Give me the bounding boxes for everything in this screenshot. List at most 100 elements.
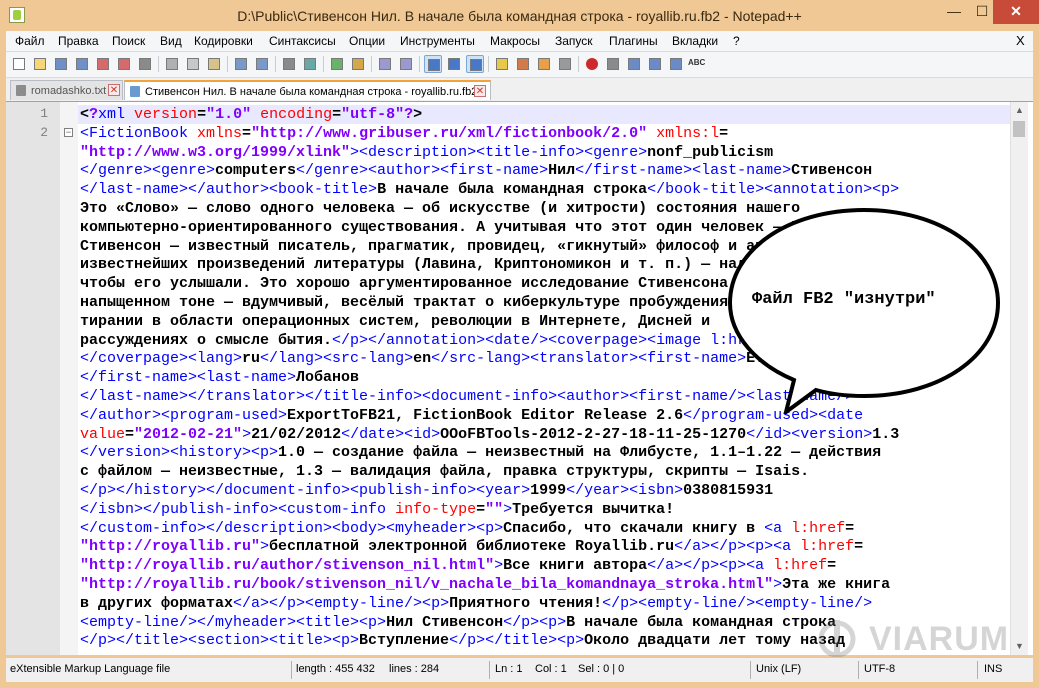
scroll-up-arrow-icon[interactable]: ▲ (1011, 102, 1028, 119)
code-line[interactable]: "http://royallib.ru/author/stivenson_nil… (80, 557, 1010, 576)
line-number: 2 (40, 125, 48, 140)
code-line[interactable]: </isbn></publish-info><custom-info info-… (80, 501, 1010, 520)
stop-macro-icon[interactable] (604, 55, 622, 73)
code-token: </a></p><p><a (647, 557, 765, 575)
replace-icon[interactable] (301, 55, 319, 73)
code-token: Это «Слово» — слово одного человека — об… (80, 199, 801, 217)
word-wrap-icon[interactable] (424, 55, 442, 73)
tab-romadashko[interactable]: romadashko.txt ✕ (10, 80, 123, 100)
menu-options[interactable]: Опции (349, 34, 385, 48)
code-token: Эта же книга (782, 575, 891, 593)
document-icon (130, 86, 140, 97)
code-line[interactable]: </version><history><p>1.0 — создание фай… (80, 444, 1010, 463)
undo-icon[interactable] (232, 55, 250, 73)
sync-vertical-icon[interactable] (376, 55, 394, 73)
open-file-icon[interactable] (31, 55, 49, 73)
menu-macros[interactable]: Макросы (490, 34, 540, 48)
code-line[interactable]: <FictionBook xmlns="http://www.gribuser.… (80, 125, 1010, 144)
play-macro-icon[interactable] (625, 55, 643, 73)
code-line[interactable]: в других форматах</a></p><empty-line/><p… (80, 595, 1010, 614)
code-token: "http://royallib.ru/author/stivenson_nil… (80, 557, 495, 575)
tab-stivenson-fb2[interactable]: Стивенсон Нил. В начале была командная с… (124, 80, 491, 100)
save-all-icon[interactable] (73, 55, 91, 73)
print-icon[interactable] (136, 55, 154, 73)
tab-close-icon[interactable]: ✕ (474, 85, 486, 97)
menu-search[interactable]: Поиск (112, 34, 145, 48)
code-line[interactable]: с файлом — неизвестные, 1.3 — валидация … (80, 463, 1010, 482)
code-token: </first-name><last-name> (575, 162, 792, 180)
cut-icon[interactable] (163, 55, 181, 73)
code-token: Приятного чтения! (449, 594, 603, 612)
status-divider (291, 661, 292, 679)
code-line[interactable]: </genre><genre>computers</genre><author>… (80, 162, 1010, 181)
close-document-button[interactable]: X (1016, 33, 1025, 48)
code-token: </last-name></author><book-title> (80, 181, 378, 199)
cut-glyph (166, 58, 178, 70)
code-line[interactable]: </last-name></author><book-title>В начал… (80, 181, 1010, 200)
menu-plugins[interactable]: Плагины (609, 34, 658, 48)
maximize-button[interactable]: ☐ (968, 0, 996, 24)
menu-help[interactable]: ? (733, 34, 740, 48)
paste-icon[interactable] (205, 55, 223, 73)
menu-edit[interactable]: Правка (58, 34, 99, 48)
code-token: Вступление (359, 632, 450, 650)
code-line[interactable]: <?xml version="1.0" encoding="utf-8"?> (80, 106, 1010, 125)
code-token: 1.3 (872, 425, 900, 443)
copy-icon[interactable] (184, 55, 202, 73)
code-token: "utf-8" (341, 106, 405, 123)
status-encoding[interactable]: UTF-8 (864, 663, 895, 675)
status-insert-mode[interactable]: INS (984, 663, 1002, 675)
record-macro-icon[interactable] (583, 55, 601, 73)
redo-icon[interactable] (253, 55, 271, 73)
indent-guide-icon[interactable] (466, 55, 484, 73)
save-macro-icon[interactable] (667, 55, 685, 73)
tab-close-icon[interactable]: ✕ (108, 84, 120, 96)
menu-run[interactable]: Запуск (555, 34, 593, 48)
menu-file[interactable]: Файл (15, 34, 45, 48)
status-lines: lines : 284 (389, 663, 440, 675)
show-all-chars-icon[interactable] (445, 55, 463, 73)
zoom-in-icon[interactable] (328, 55, 346, 73)
title-bar[interactable]: D:\Public\Стивенсон Нил. В начале была к… (0, 0, 1039, 31)
menu-syntax[interactable]: Синтаксисы (269, 34, 336, 48)
zoom-out-icon[interactable] (349, 55, 367, 73)
code-token: ExportToFB21, FictionBook Editor Release… (287, 406, 684, 424)
code-token: </a></p><p><a (674, 538, 792, 556)
fold-toggle-icon[interactable]: − (64, 128, 73, 137)
tab-label: romadashko.txt (31, 85, 107, 97)
close-window-button[interactable]: ✕ (993, 0, 1039, 24)
code-line[interactable]: value="2012-02-21">21/02/2012</date><id>… (80, 426, 1010, 445)
scroll-thumb[interactable] (1013, 121, 1025, 137)
folder-as-workspace-icon[interactable] (535, 55, 553, 73)
menu-tools[interactable]: Инструменты (400, 34, 475, 48)
code-token: В начале была командная строка (377, 181, 648, 199)
monitoring-icon[interactable] (556, 55, 574, 73)
status-eol[interactable]: Unix (LF) (756, 663, 801, 675)
code-token: "http://royallib.ru" (80, 538, 261, 556)
code-token: </book-title><annotation><p> (647, 181, 900, 199)
status-divider (858, 661, 859, 679)
code-line[interactable]: "http://royallib.ru/book/stivenson_nil/v… (80, 576, 1010, 595)
minimize-button[interactable]: — (940, 0, 968, 24)
run-macro-multiple-icon[interactable] (646, 55, 664, 73)
close-icon[interactable] (94, 55, 112, 73)
menu-view[interactable]: Вид (160, 34, 182, 48)
spell-check-icon[interactable]: ABC (688, 55, 706, 73)
vertical-scrollbar[interactable]: ▲ ▼ (1010, 102, 1028, 655)
find-icon[interactable] (280, 55, 298, 73)
function-list-icon[interactable] (514, 55, 532, 73)
close-all-icon[interactable] (115, 55, 133, 73)
code-line[interactable]: "http://royallib.ru">бесплатной электрон… (80, 538, 1010, 557)
menu-tabs[interactable]: Вкладки (672, 34, 718, 48)
code-token: = (242, 124, 252, 142)
code-line[interactable]: </p></history></document-info><publish-i… (80, 482, 1010, 501)
code-token: xmlns:l (647, 124, 720, 142)
new-file-icon[interactable] (10, 55, 28, 73)
menu-encoding[interactable]: Кодировки (194, 34, 253, 48)
code-token: l:href (764, 557, 828, 575)
code-line[interactable]: </custom-info></description><body><myhea… (80, 520, 1010, 539)
sync-horizontal-icon[interactable] (397, 55, 415, 73)
save-icon[interactable] (52, 55, 70, 73)
document-map-icon[interactable] (493, 55, 511, 73)
code-line[interactable]: "http://www.w3.org/1999/xlink"><descript… (80, 144, 1010, 163)
